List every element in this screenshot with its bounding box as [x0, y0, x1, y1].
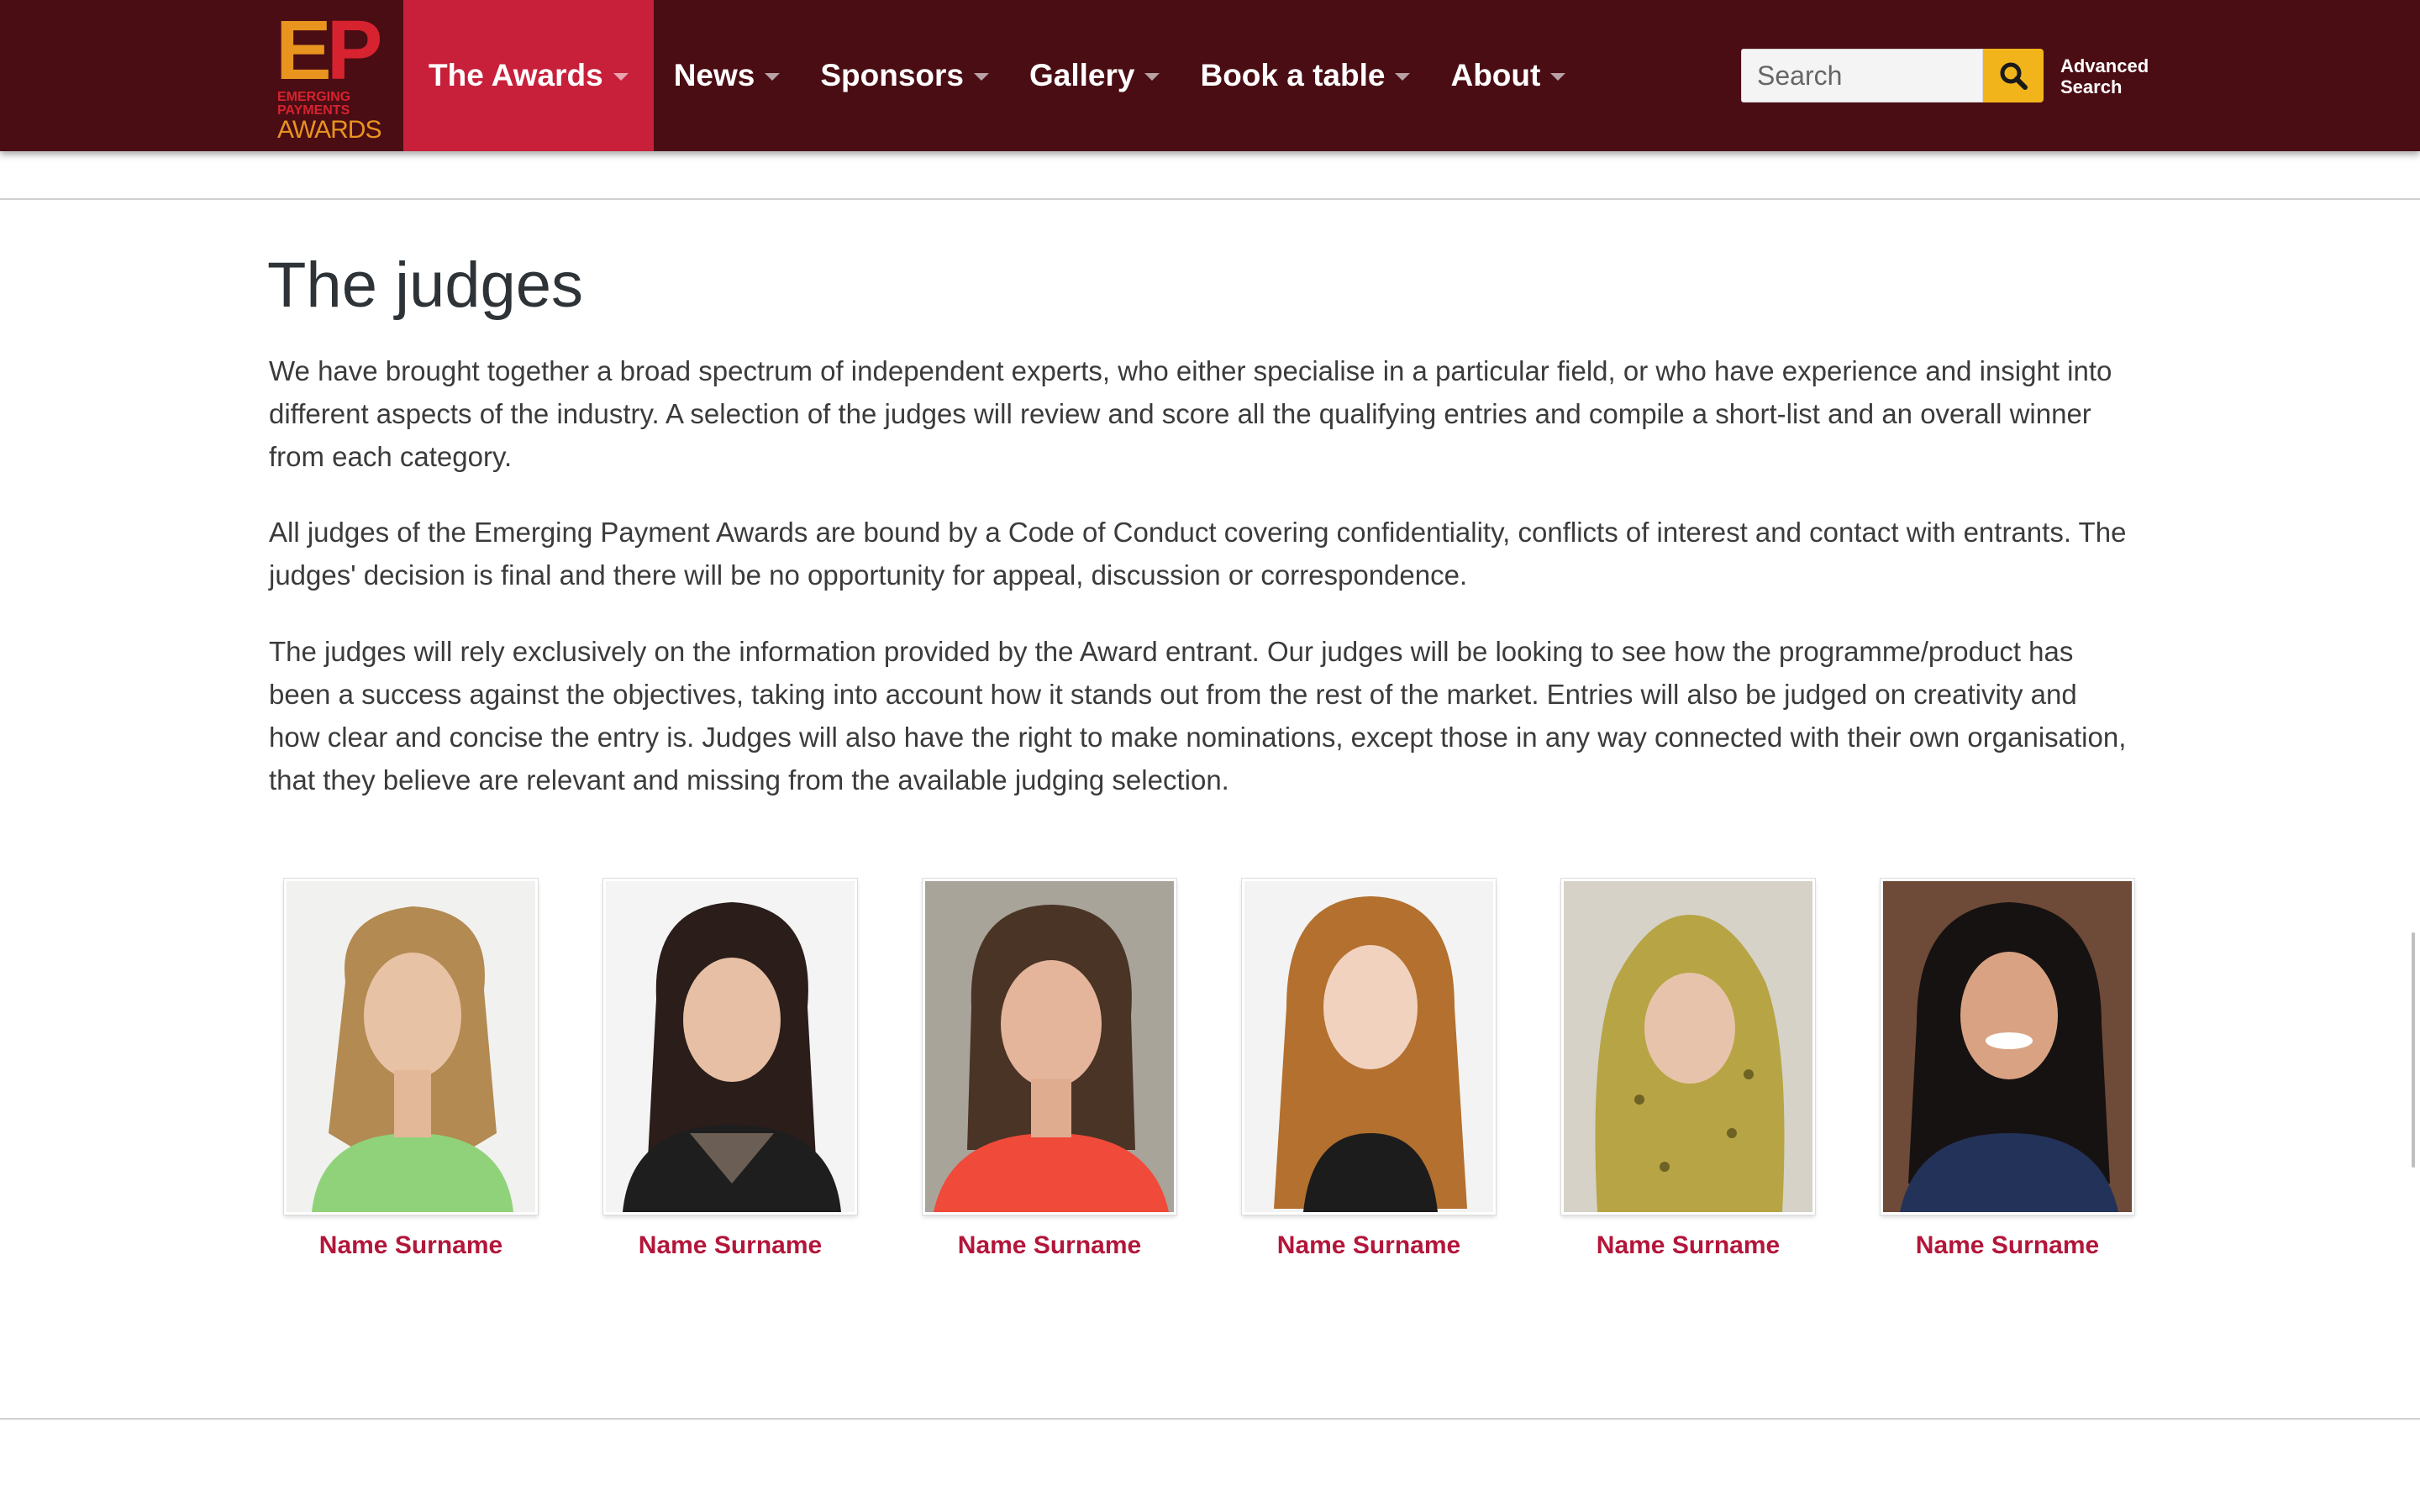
search-icon [2000, 62, 2028, 90]
judge-name[interactable]: Name Surname [1561, 1231, 1815, 1260]
logo-letter-e: E [276, 3, 332, 97]
logo-text-awards: AWARDS [277, 116, 381, 144]
judge-photo[interactable] [1242, 879, 1496, 1215]
chevron-down-icon [613, 72, 629, 81]
judge-name[interactable]: Name Surname [1242, 1231, 1496, 1260]
nav-item-about[interactable]: About [1430, 0, 1586, 151]
scrollbar-thumb[interactable] [2412, 932, 2415, 1168]
judge-name[interactable]: Name Surname [1881, 1231, 2134, 1260]
page-title: The judges [267, 249, 584, 321]
chevron-down-icon [1395, 72, 1411, 81]
search-input[interactable] [1741, 49, 1983, 102]
advanced-search-link[interactable]: Advanced Search [2060, 55, 2170, 97]
nav-item-label: About [1450, 58, 1541, 92]
judge-photo[interactable] [603, 879, 857, 1215]
judge-photo[interactable] [1881, 879, 2134, 1215]
chevron-down-icon [973, 72, 989, 81]
chevron-down-icon [1550, 72, 1566, 81]
logo-mark: EP [276, 3, 382, 97]
judge-card[interactable]: Name Surname [923, 879, 1176, 1260]
judge-photo[interactable] [1561, 879, 1815, 1215]
nav-item-label: Book a table [1200, 58, 1386, 92]
bottom-divider [0, 1418, 2420, 1420]
logo-text-emerging: EMERGING [277, 90, 351, 104]
chevron-down-icon [765, 72, 781, 81]
judge-card[interactable]: Name Surname [603, 879, 857, 1260]
nav-item-the-awards[interactable]: The Awards [403, 0, 654, 151]
chevron-down-icon [1144, 72, 1160, 81]
nav-item-gallery[interactable]: Gallery [1009, 0, 1180, 151]
code-of-conduct-paragraph: All judges of the Emerging Payment Award… [269, 517, 2127, 591]
judging-criteria-paragraph: The judges will rely exclusively on the … [269, 636, 2127, 795]
site-header: EP EMERGING PAYMENTS AWARDS The Awards N… [0, 0, 2420, 151]
advanced-search-line1: Advanced [2060, 55, 2149, 76]
judge-card[interactable]: Name Surname [284, 879, 538, 1260]
judge-name[interactable]: Name Surname [284, 1231, 538, 1260]
judge-card[interactable]: Name Surname [1242, 879, 1496, 1260]
nav-item-label: Gallery [1028, 58, 1135, 92]
nav-item-label: The Awards [429, 58, 603, 92]
logo-letter-p: P [326, 3, 383, 97]
nav-item-label: News [673, 58, 755, 92]
judge-name[interactable]: Name Surname [923, 1231, 1176, 1260]
main-nav: The Awards News Sponsors Gallery Book a … [403, 0, 1586, 151]
nav-item-label: Sponsors [820, 58, 964, 92]
site-logo[interactable]: EP EMERGING PAYMENTS AWARDS [267, 3, 382, 144]
top-divider [0, 198, 2420, 200]
judge-card[interactable]: Name Surname [1881, 879, 2134, 1260]
advanced-search-line2: Search [2060, 76, 2123, 97]
judge-photo[interactable] [284, 879, 538, 1215]
judge-card[interactable]: Name Surname [1561, 879, 1815, 1260]
nav-item-sponsors[interactable]: Sponsors [800, 0, 1009, 151]
nav-item-news[interactable]: News [654, 0, 801, 151]
search-button[interactable] [1983, 49, 2044, 102]
nav-item-book-a-table[interactable]: Book a table [1180, 0, 1430, 151]
intro-paragraph: We have brought together a broad spectru… [269, 355, 2112, 472]
judge-name[interactable]: Name Surname [603, 1231, 857, 1260]
judge-photo[interactable] [923, 879, 1176, 1215]
